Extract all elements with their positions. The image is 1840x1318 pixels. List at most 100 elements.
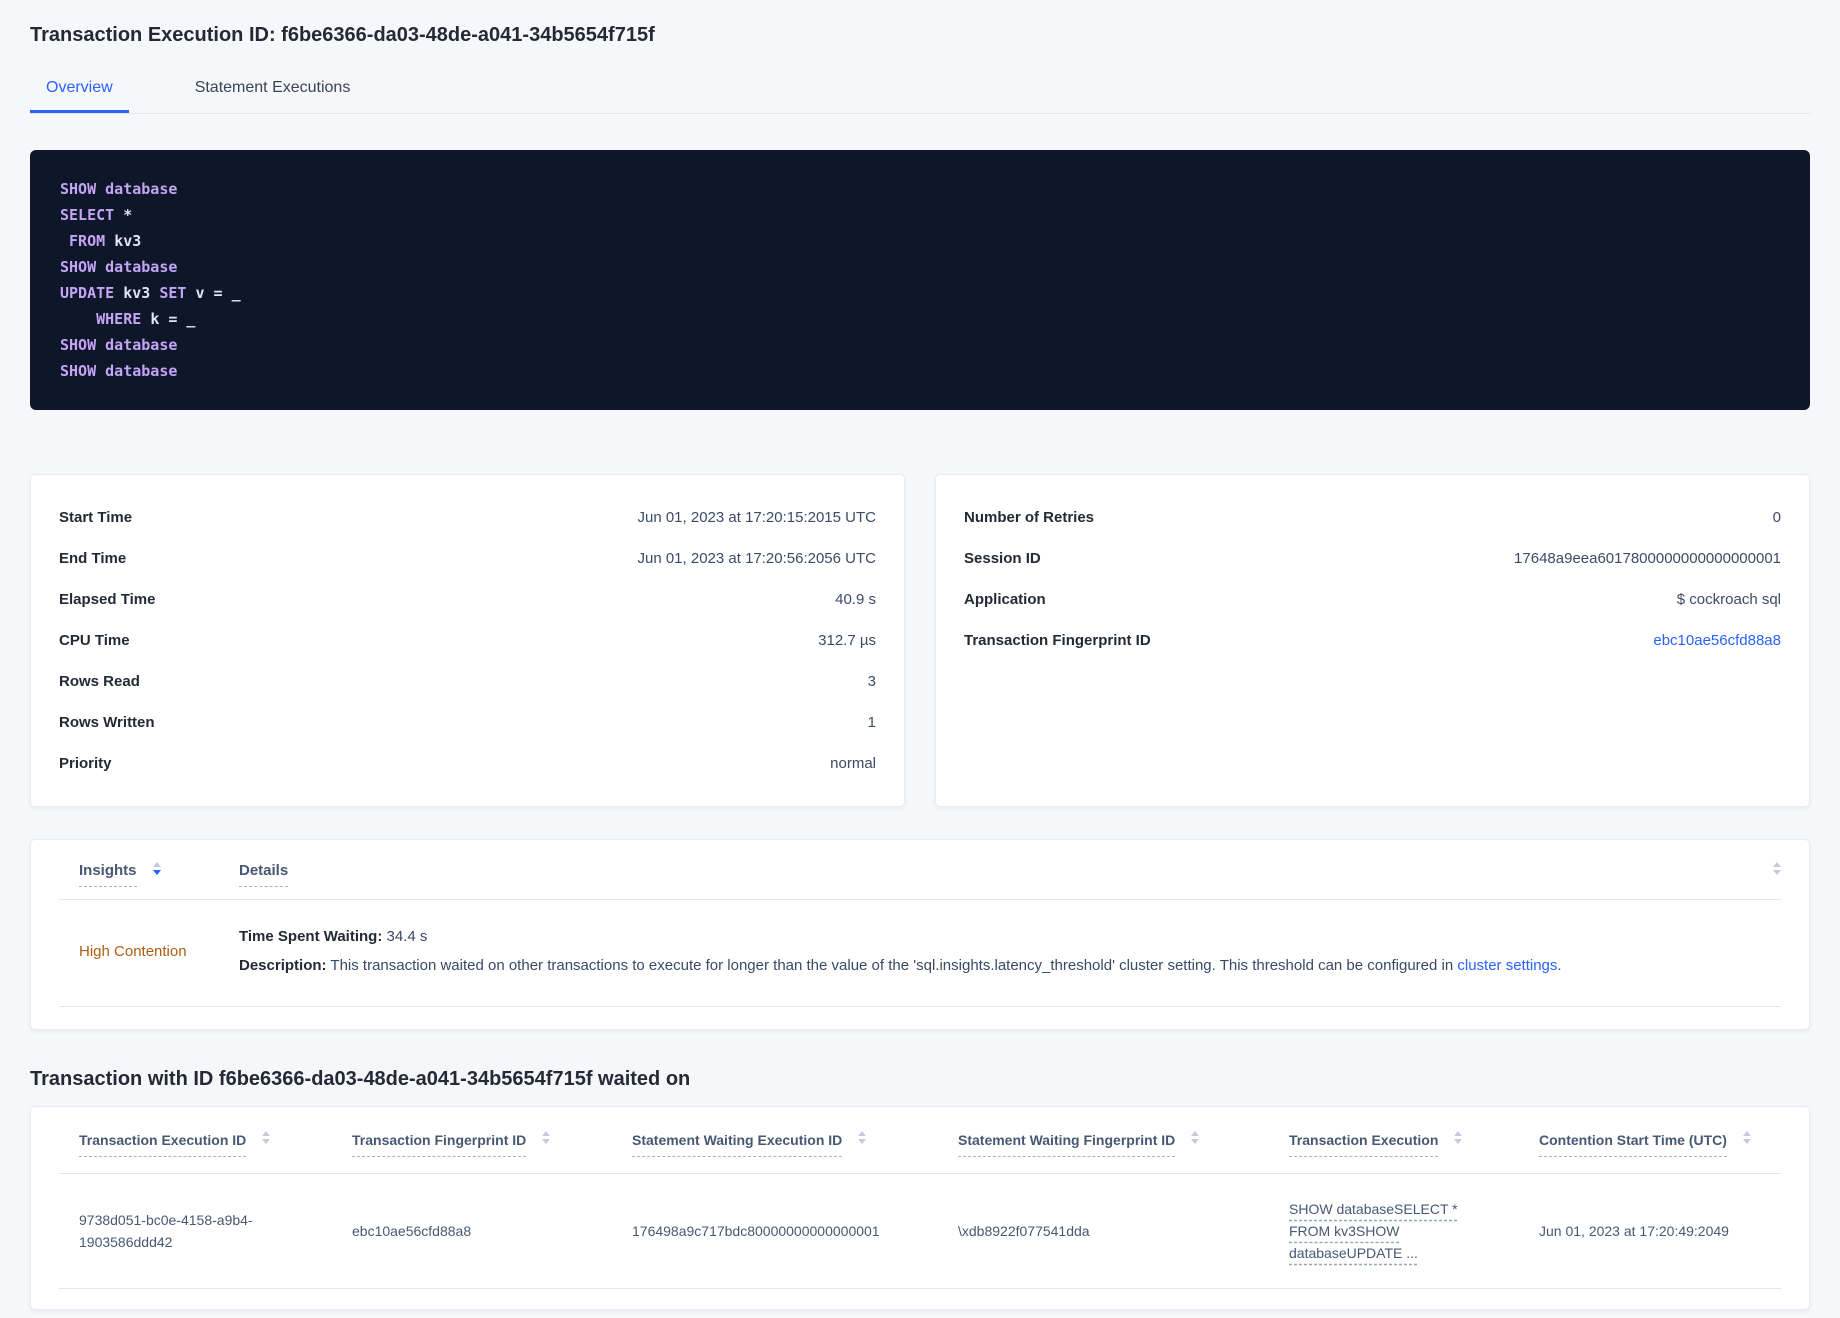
sql-keyword: FROM bbox=[69, 232, 115, 250]
summary-label: Start Time bbox=[59, 509, 133, 526]
cluster-settings-link[interactable]: cluster settings bbox=[1457, 957, 1557, 974]
summary-label: Session ID bbox=[964, 550, 1041, 567]
cell-transaction-fingerprint-id: ebc10ae56cfd88a8 bbox=[352, 1223, 472, 1239]
summary-row: End Time Jun 01, 2023 at 17:20:56:2056 UT… bbox=[59, 538, 876, 579]
column-header-statement-waiting-fingerprint-id[interactable]: Statement Waiting Fingerprint ID bbox=[938, 1131, 1269, 1157]
insights-column-header[interactable]: Insights bbox=[59, 862, 219, 887]
summary-label: Rows Written bbox=[59, 714, 155, 731]
sql-keyword: SHOW database bbox=[60, 336, 178, 354]
column-header-transaction-execution-id[interactable]: Transaction Execution ID bbox=[59, 1131, 332, 1157]
transaction-fingerprint-link[interactable]: ebc10ae56cfd88a8 bbox=[1653, 630, 1781, 651]
summary-row: Transaction Fingerprint ID ebc10ae56cfd88… bbox=[964, 620, 1781, 661]
summary-value: 3 bbox=[867, 673, 876, 690]
insight-details: Time Spent Waiting: 34.4 s Description: … bbox=[219, 926, 1781, 976]
sql-line: FROM kv3 bbox=[60, 228, 1780, 254]
column-header-statement-waiting-execution-id[interactable]: Statement Waiting Execution ID bbox=[612, 1131, 938, 1157]
cell-statement-waiting-fingerprint-id: \xdb8922f077541dda bbox=[958, 1223, 1090, 1239]
column-header-label[interactable]: Transaction Execution bbox=[1289, 1131, 1439, 1157]
column-header-contention-start-time-utc[interactable]: Contention Start Time (UTC) bbox=[1519, 1131, 1781, 1157]
cell-transaction-execution: SHOW databaseSELECT * FROM kv3SHOW datab… bbox=[1269, 1182, 1519, 1280]
sql-keyword: SHOW database bbox=[60, 362, 178, 380]
sql-text: kv3 bbox=[114, 232, 142, 250]
cell-statement-waiting-execution-id: 176498a9c717bdc80000000000000001 bbox=[632, 1223, 880, 1239]
column-header-label[interactable]: Contention Start Time (UTC) bbox=[1539, 1131, 1727, 1157]
summary-label: CPU Time bbox=[59, 632, 130, 649]
summary-card-left: Start Time Jun 01, 2023 at 17:20:15:2015 … bbox=[30, 474, 905, 807]
sql-keyword: SHOW database bbox=[60, 258, 178, 276]
description-suffix: . bbox=[1557, 957, 1562, 974]
sql-keyword: WHERE bbox=[96, 310, 151, 328]
column-header-label[interactable]: Transaction Execution ID bbox=[79, 1131, 247, 1157]
summary-label: Application bbox=[964, 591, 1046, 608]
sort-icon[interactable] bbox=[1773, 862, 1781, 875]
sql-keyword: UPDATE bbox=[60, 284, 124, 302]
column-header-label[interactable]: Statement Waiting Execution ID bbox=[632, 1131, 843, 1157]
page-title: Transaction Execution ID: f6be6366-da03-… bbox=[30, 24, 655, 46]
sql-line: SHOW database bbox=[60, 358, 1780, 384]
summary-label: Number of Retries bbox=[964, 509, 1095, 526]
insights-card: Insights Details High Contention Time Sp… bbox=[30, 839, 1810, 1030]
summary-row: Elapsed Time 40.9 s bbox=[59, 579, 876, 620]
summary-label: Rows Read bbox=[59, 673, 140, 690]
details-column-header[interactable]: Details bbox=[219, 862, 289, 887]
column-header-label[interactable]: Transaction Fingerprint ID bbox=[352, 1131, 527, 1157]
summary-cards: Start Time Jun 01, 2023 at 17:20:15:2015 … bbox=[30, 474, 1810, 807]
summary-value: 17648a9eea6017800000000000000001 bbox=[1514, 550, 1781, 567]
summary-value: 40.9 s bbox=[835, 591, 876, 608]
waited-on-table: Transaction Execution ID Transaction Fing… bbox=[30, 1106, 1810, 1310]
tab-overview[interactable]: Overview bbox=[30, 72, 129, 113]
summary-row: Rows Written 1 bbox=[59, 702, 876, 743]
insights-table-header: Insights Details bbox=[59, 840, 1781, 900]
sort-icon bbox=[262, 1131, 271, 1144]
column-header-transaction-execution[interactable]: Transaction Execution bbox=[1269, 1131, 1519, 1157]
sql-keyword: SHOW database bbox=[60, 180, 178, 198]
summary-value: 1 bbox=[867, 714, 876, 731]
waited-on-table-header: Transaction Execution ID Transaction Fing… bbox=[59, 1107, 1781, 1174]
summary-row: Priority normal bbox=[59, 743, 876, 784]
summary-value: 312.7 µs bbox=[818, 632, 876, 649]
summary-card-right: Number of Retries 0 Session ID 17648a9eea60… bbox=[935, 474, 1810, 807]
summary-row: Start Time Jun 01, 2023 at 17:20:15:2015 … bbox=[59, 497, 876, 538]
tab-bar: Overview Statement Executions bbox=[30, 72, 1810, 114]
time-spent-waiting-label: Time Spent Waiting: bbox=[239, 928, 383, 945]
summary-row: Number of Retries 0 bbox=[964, 497, 1781, 538]
summary-value: 0 bbox=[1772, 509, 1781, 526]
sql-text: v = _ bbox=[195, 284, 241, 302]
column-header-transaction-fingerprint-id[interactable]: Transaction Fingerprint ID bbox=[332, 1131, 612, 1157]
sql-text: * bbox=[123, 206, 133, 224]
summary-label: Elapsed Time bbox=[59, 591, 156, 608]
summary-row: Session ID 17648a9eea60178000000000000000… bbox=[964, 538, 1781, 579]
sort-icon bbox=[542, 1131, 551, 1144]
details-column-label[interactable]: Details bbox=[239, 862, 289, 887]
table-row: 9738d051-bc0e-4158-a9b4-1903586ddd42 ebc1… bbox=[59, 1174, 1781, 1289]
sort-icon bbox=[1742, 1131, 1751, 1144]
summary-value: $ cockroach sql bbox=[1676, 591, 1781, 608]
summary-value: Jun 01, 2023 at 17:20:15:2015 UTC bbox=[637, 509, 876, 526]
summary-row: CPU Time 312.7 µs bbox=[59, 620, 876, 661]
summary-label: Transaction Fingerprint ID bbox=[964, 632, 1151, 649]
column-header-label[interactable]: Statement Waiting Fingerprint ID bbox=[958, 1131, 1176, 1157]
time-spent-waiting-value: 34.4 s bbox=[382, 928, 428, 945]
transaction-execution-link[interactable]: SHOW databaseSELECT * FROM kv3SHOW datab… bbox=[1289, 1198, 1459, 1264]
summary-value: normal bbox=[830, 755, 876, 772]
sql-line: WHERE k = _ bbox=[60, 306, 1780, 332]
tab-statement-executions[interactable]: Statement Executions bbox=[179, 72, 367, 113]
insights-column-label[interactable]: Insights bbox=[79, 862, 137, 887]
sort-icon bbox=[1191, 1131, 1200, 1144]
sort-icon bbox=[152, 862, 161, 875]
sql-line: SHOW database bbox=[60, 332, 1780, 358]
summary-row: Rows Read 3 bbox=[59, 661, 876, 702]
insights-table-row: High Contention Time Spent Waiting: 34.4… bbox=[59, 900, 1781, 1007]
sql-text: kv3 bbox=[123, 284, 160, 302]
sql-keyword: SET bbox=[159, 284, 196, 302]
waited-on-heading: Transaction with ID f6be6366-da03-48de-a… bbox=[30, 1068, 691, 1090]
summary-label: End Time bbox=[59, 550, 127, 567]
sql-line: UPDATE kv3 SET v = _ bbox=[60, 280, 1780, 306]
summary-label: Priority bbox=[59, 755, 112, 772]
summary-value: Jun 01, 2023 at 17:20:56:2056 UTC bbox=[637, 550, 876, 567]
sql-line: SHOW database bbox=[60, 176, 1780, 202]
summary-row: Application $ cockroach sql bbox=[964, 579, 1781, 620]
sql-statement-box: SHOW database SELECT * FROM kv3 SHOW datab… bbox=[30, 150, 1810, 410]
